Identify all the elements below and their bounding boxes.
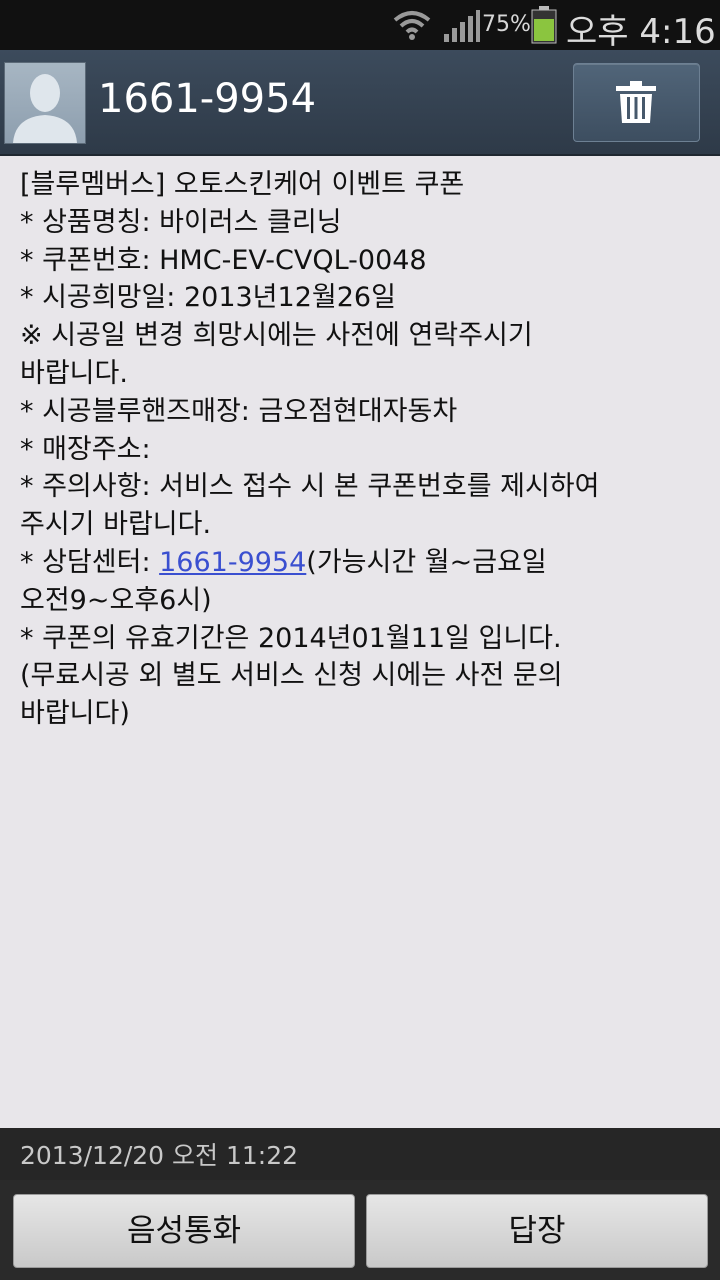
- message-line: * 매장주소:: [20, 433, 151, 465]
- message-line: * 시공희망일: 2013년12월26일: [20, 282, 396, 314]
- reply-button[interactable]: 답장: [366, 1194, 708, 1268]
- message-line: (무료시공 외 별도 서비스 신청 시에는 사전 문의: [20, 660, 563, 692]
- wifi-icon: [393, 11, 431, 40]
- message-line: * 쿠폰번호: HMC-EV-CVQL-0048: [20, 244, 427, 276]
- message-line: * 시공블루핸즈매장: 금오점현대자동차: [20, 395, 458, 427]
- status-bar: 75% 오후 4:16: [0, 0, 720, 52]
- signal-icon: [444, 10, 480, 42]
- contact-avatar-icon[interactable]: [4, 62, 86, 144]
- message-line: * 상품명칭: 바이러스 클리닝: [20, 206, 342, 238]
- timestamp-bar: 2013/12/20 오전 11:22: [0, 1128, 720, 1180]
- message-body: [블루멤버스] 오토스킨케어 이벤트 쿠폰 * 상품명칭: 바이러스 클리닝 *…: [20, 166, 700, 733]
- message-line: 바랍니다): [20, 698, 130, 730]
- message-line: * 쿠폰의 유효기간은 2014년01월11일 입니다.: [20, 622, 562, 654]
- battery-icon: [531, 6, 557, 44]
- consult-prefix: * 상담센터:: [20, 546, 160, 578]
- trash-icon: [616, 81, 656, 123]
- status-clock: 오후 4:16: [566, 12, 716, 52]
- message-line: [블루멤버스] 오토스킨케어 이벤트 쿠폰: [20, 169, 465, 200]
- message-timestamp: 2013/12/20 오전 11:22: [20, 1141, 299, 1170]
- voice-call-button[interactable]: 음성통화: [13, 1194, 355, 1268]
- consult-suffix: (가능시간 월~금요일: [306, 546, 547, 578]
- sender-number: 1661-9954: [98, 76, 317, 122]
- consult-line: * 상담센터: 1661-9954(가능시간 월~금요일: [20, 544, 700, 582]
- phone-link[interactable]: 1661-9954: [159, 547, 306, 578]
- delete-button[interactable]: [573, 63, 700, 142]
- battery-percent: 75%: [482, 12, 531, 37]
- message-line: * 주의사항: 서비스 접수 시 본 쿠폰번호를 제시하여: [20, 471, 600, 503]
- message-line: 주시기 바랍니다.: [20, 509, 212, 541]
- message-line: ※ 시공일 변경 희망시에는 사전에 연락주시기: [20, 320, 533, 352]
- message-line: 바랍니다.: [20, 357, 128, 389]
- action-bar: 음성통화 답장: [0, 1180, 720, 1280]
- message-line: 오전9~오후6시): [20, 584, 212, 616]
- conversation-header: 1661-9954: [0, 50, 720, 156]
